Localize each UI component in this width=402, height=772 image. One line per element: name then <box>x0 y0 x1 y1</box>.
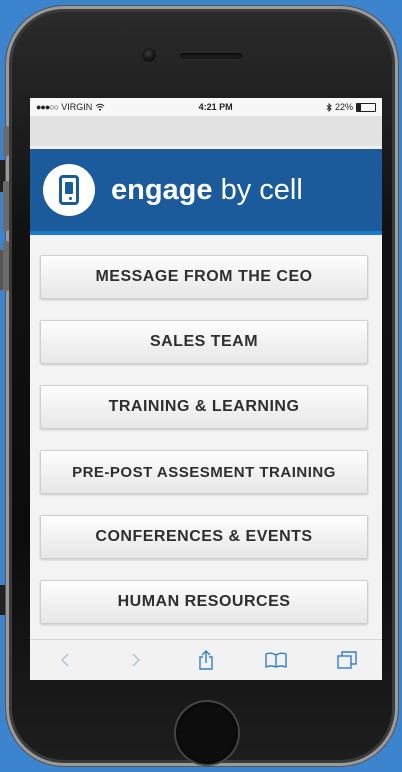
menu-button-training-learning[interactable]: TRAINING & LEARNING <box>40 385 368 429</box>
share-icon[interactable] <box>192 646 220 674</box>
address-bar[interactable] <box>30 116 382 146</box>
menu-button-assessment-training[interactable]: PRE-POST ASSESMENT TRAINING <box>40 450 368 494</box>
menu-list: MESSAGE FROM THE CEO SALES TEAM TRAINING… <box>30 235 382 640</box>
carrier-name: VIRGIN <box>61 102 93 112</box>
back-icon[interactable] <box>51 646 79 674</box>
brand-banner: engage by cell <box>30 149 382 235</box>
menu-button-human-resources[interactable]: HUMAN RESOURCES <box>40 580 368 624</box>
tabs-icon[interactable] <box>333 646 361 674</box>
front-camera <box>142 48 156 62</box>
brand-title: engage by cell <box>111 174 303 207</box>
bluetooth-icon <box>326 102 332 112</box>
clock-time: 4:21 PM <box>198 102 233 112</box>
home-button[interactable] <box>176 702 238 764</box>
silent-switch <box>3 126 9 156</box>
status-bar: ●●●○○ VIRGIN 4:21 PM 22% <box>30 98 382 116</box>
mobile-phone-icon <box>59 175 79 205</box>
wifi-icon <box>95 103 105 111</box>
forward-icon[interactable] <box>122 646 150 674</box>
phone-screen: ●●●○○ VIRGIN 4:21 PM 22% engage by cell <box>30 98 382 680</box>
logo <box>43 164 95 216</box>
browser-toolbar <box>30 639 382 680</box>
brand-name-light: by cell <box>220 173 303 206</box>
menu-button-sales-team[interactable]: SALES TEAM <box>40 320 368 364</box>
earpiece-speaker <box>180 53 242 59</box>
brand-name-bold: engage <box>111 173 213 206</box>
volume-up-button <box>3 181 9 231</box>
battery-icon <box>355 102 376 112</box>
bookmarks-icon[interactable] <box>262 646 290 674</box>
signal-strength: ●●●○○ <box>36 102 59 112</box>
menu-button-message-from-ceo[interactable]: MESSAGE FROM THE CEO <box>40 255 368 299</box>
menu-button-conferences-events[interactable]: CONFERENCES & EVENTS <box>40 515 368 559</box>
battery-percent: 22% <box>334 102 353 112</box>
volume-down-button <box>3 241 9 291</box>
